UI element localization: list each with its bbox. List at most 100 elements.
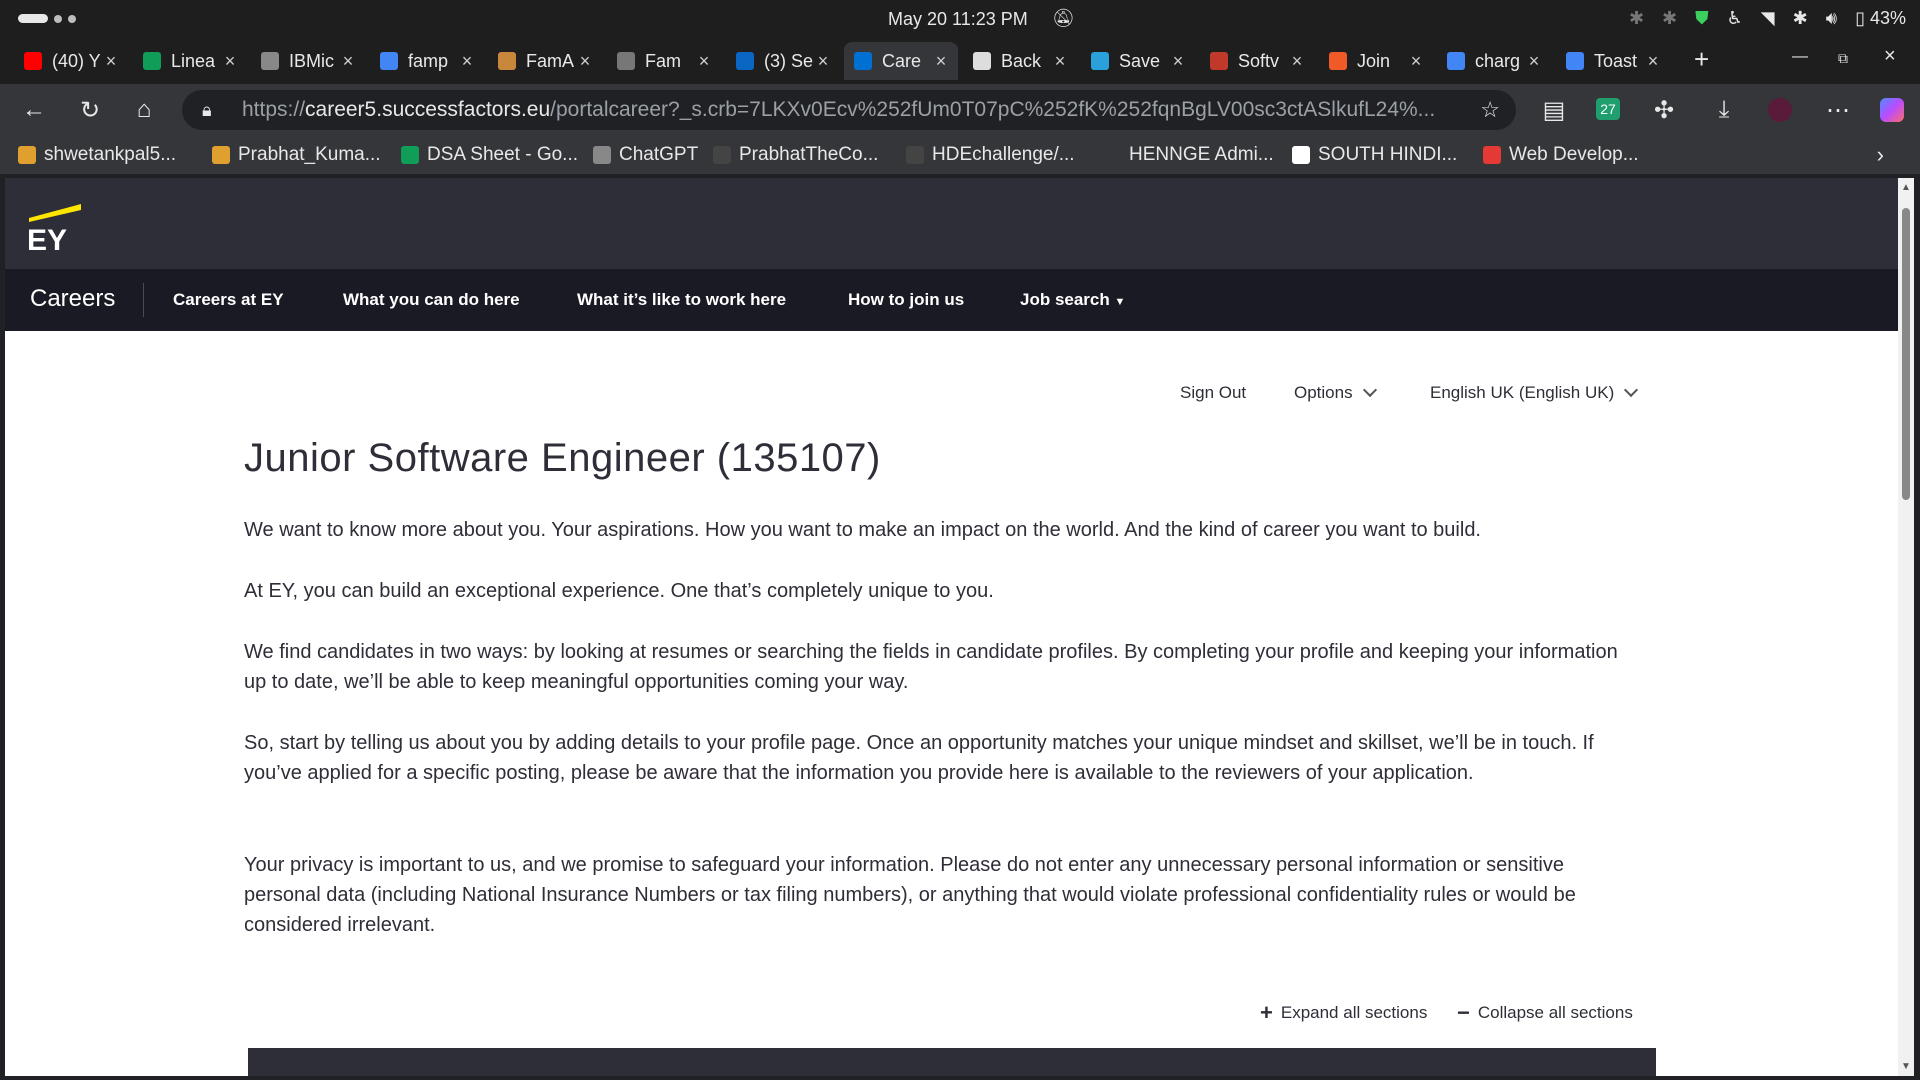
options-label: Options bbox=[1294, 383, 1353, 402]
options-dropdown[interactable]: Options bbox=[1294, 382, 1377, 403]
tab-title: Care bbox=[882, 50, 922, 71]
tab-close-icon[interactable]: × bbox=[932, 51, 950, 72]
tab-close-icon[interactable]: × bbox=[814, 51, 832, 72]
bookmark-item[interactable]: Web Develop... bbox=[1483, 144, 1639, 166]
tab-close-icon[interactable]: × bbox=[1288, 51, 1306, 72]
bookmark-item[interactable]: Prabhat_Kuma... bbox=[212, 144, 381, 166]
browser-tab[interactable]: Care × bbox=[844, 42, 958, 80]
browser-tab[interactable]: Softv × bbox=[1200, 42, 1314, 80]
tab-title: IBMic bbox=[289, 50, 334, 71]
reload-icon[interactable]: ↻ bbox=[76, 96, 104, 125]
address-bar[interactable]: 🔒︎ https://career5.successfactors.eu/por… bbox=[182, 90, 1516, 130]
battery-percent: 43% bbox=[1869, 8, 1906, 28]
scroll-down-arrow-icon[interactable]: ▼ bbox=[1901, 1061, 1911, 1072]
new-tab-button[interactable]: + bbox=[1694, 44, 1709, 75]
nav-what-you-can-do-here[interactable]: What you can do here bbox=[343, 290, 520, 310]
url-scheme: https:// bbox=[242, 98, 306, 121]
site-navigation: Careers Careers at EY What you can do he… bbox=[5, 269, 1898, 331]
page-scrollbar[interactable]: ▲ ▼ bbox=[1898, 178, 1914, 1076]
tab-close-icon[interactable]: × bbox=[221, 51, 239, 72]
github-icon bbox=[713, 146, 731, 164]
tab-title: Linea bbox=[171, 50, 216, 71]
browser-tab[interactable]: Linea × bbox=[133, 42, 247, 80]
scroll-up-arrow-icon[interactable]: ▲ bbox=[1901, 182, 1911, 193]
expand-all-sections-button[interactable]: + Expand all sections bbox=[1260, 1000, 1427, 1026]
browser-tab[interactable]: Join × bbox=[1319, 42, 1433, 80]
ey-site-header: EY bbox=[5, 178, 1898, 269]
extensions-puzzle-icon[interactable]: ✣ bbox=[1650, 96, 1678, 125]
browser-tab[interactable]: Save × bbox=[1081, 42, 1195, 80]
bookmark-item[interactable]: SOUTH HINDI... bbox=[1292, 144, 1457, 166]
page-icon bbox=[1292, 146, 1310, 164]
chevron-down-icon bbox=[1624, 382, 1639, 398]
tab-close-icon[interactable]: × bbox=[339, 51, 357, 72]
nav-what-its-like-to-work-here[interactable]: What it’s like to work here bbox=[577, 290, 786, 310]
browser-tab[interactable]: Fam × bbox=[607, 42, 721, 80]
bookmark-label: DSA Sheet - Go... bbox=[427, 144, 579, 165]
bookmark-label: HDEchallenge/... bbox=[932, 144, 1075, 165]
bookmark-item[interactable]: PrabhatTheCo... bbox=[713, 144, 878, 166]
bookmark-star-icon[interactable]: ☆ bbox=[1480, 90, 1500, 130]
tab-close-icon[interactable]: × bbox=[102, 51, 120, 72]
nav-careers-home[interactable]: Careers bbox=[30, 285, 115, 313]
minimize-button[interactable]: — bbox=[1792, 48, 1808, 66]
browser-tab[interactable]: Back × bbox=[963, 42, 1077, 80]
browser-tab[interactable]: IBMic × bbox=[251, 42, 365, 80]
os-clock[interactable]: May 20 11:23 PM bbox=[888, 9, 1028, 30]
calendar-extension-icon[interactable]: 27 bbox=[1596, 98, 1620, 120]
close-window-button[interactable]: × bbox=[1884, 45, 1896, 68]
google-icon bbox=[380, 52, 398, 70]
tab-close-icon[interactable]: × bbox=[1407, 51, 1425, 72]
copilot-icon[interactable] bbox=[1880, 98, 1904, 122]
browser-tab[interactable]: Toast × bbox=[1556, 42, 1670, 80]
browser-tab[interactable]: famp × bbox=[370, 42, 484, 80]
bluetooth-icon: ✱ bbox=[1628, 8, 1645, 28]
home-icon[interactable]: ⌂ bbox=[130, 96, 158, 124]
bluetooth-status-icon: ✱ bbox=[1792, 8, 1808, 28]
tab-title: (40) Y bbox=[52, 50, 101, 71]
browser-tab[interactable]: FamA × bbox=[488, 42, 602, 80]
browser-tab[interactable]: (40) Y × bbox=[14, 42, 128, 80]
back-arrow-icon[interactable]: ← bbox=[20, 96, 48, 124]
volume-icon: 🔊︎ bbox=[1825, 8, 1838, 28]
activities-indicator[interactable] bbox=[18, 14, 76, 23]
reader-extension-icon[interactable]: ▤ bbox=[1540, 96, 1568, 125]
nav-how-to-join-us[interactable]: How to join us bbox=[848, 290, 964, 310]
nav-job-search-dropdown[interactable]: Job search ▼ bbox=[1020, 290, 1125, 310]
tab-close-icon[interactable]: × bbox=[1169, 51, 1187, 72]
profile-avatar[interactable] bbox=[1768, 98, 1792, 122]
browser-tab[interactable]: (3) Se × bbox=[726, 42, 840, 80]
bookmark-item[interactable]: shwetankpal5... bbox=[18, 144, 176, 166]
bookmark-item[interactable]: ChatGPT bbox=[593, 144, 698, 166]
tab-close-icon[interactable]: × bbox=[1644, 51, 1662, 72]
download-icon[interactable]: ⤓ bbox=[1710, 96, 1738, 124]
collapse-all-sections-button[interactable]: − Collapse all sections bbox=[1457, 1000, 1633, 1026]
menu-kebab-icon[interactable]: ⋯ bbox=[1824, 96, 1852, 125]
language-dropdown[interactable]: English UK (English UK) bbox=[1430, 382, 1639, 403]
tab-title: Toast bbox=[1594, 50, 1638, 71]
tab-close-icon[interactable]: × bbox=[1051, 51, 1069, 72]
plus-icon bbox=[143, 52, 161, 70]
nav-careers-at-ey[interactable]: Careers at EY bbox=[173, 290, 284, 310]
browser-tab[interactable]: charg × bbox=[1437, 42, 1551, 80]
tab-close-icon[interactable]: × bbox=[576, 51, 594, 72]
tab-close-icon[interactable]: × bbox=[695, 51, 713, 72]
site-info-lock-icon[interactable]: 🔒︎ bbox=[202, 90, 212, 130]
ey-logo[interactable]: EY bbox=[25, 196, 85, 256]
tab-close-icon[interactable]: × bbox=[1525, 51, 1543, 72]
shield-icon: ⛊ bbox=[1695, 8, 1709, 28]
sign-out-link[interactable]: Sign Out bbox=[1180, 383, 1246, 403]
system-tray[interactable]: ✱ ✱ ⛊ ♿︎ ◥ ✱ 🔊︎ ▯ 43% bbox=[1629, 8, 1906, 29]
bookmark-label: HENNGE Admi... bbox=[1129, 144, 1274, 165]
bookmark-item[interactable]: HDEchallenge/... bbox=[906, 144, 1075, 166]
bookmark-item[interactable]: HENNGE Admi... bbox=[1103, 144, 1274, 166]
tab-title: Softv bbox=[1238, 50, 1280, 71]
bookmarks-overflow-chevron-icon[interactable]: › bbox=[1877, 142, 1884, 168]
page-viewport: EY Careers Careers at EY What you can do… bbox=[5, 178, 1898, 1076]
section-header-bar[interactable] bbox=[248, 1048, 1656, 1076]
restore-button[interactable]: ⧉ bbox=[1838, 50, 1848, 67]
ibm-icon bbox=[261, 52, 279, 70]
bookmark-item[interactable]: DSA Sheet - Go... bbox=[401, 144, 578, 166]
tab-close-icon[interactable]: × bbox=[458, 51, 476, 72]
scrollbar-thumb[interactable] bbox=[1902, 208, 1910, 500]
